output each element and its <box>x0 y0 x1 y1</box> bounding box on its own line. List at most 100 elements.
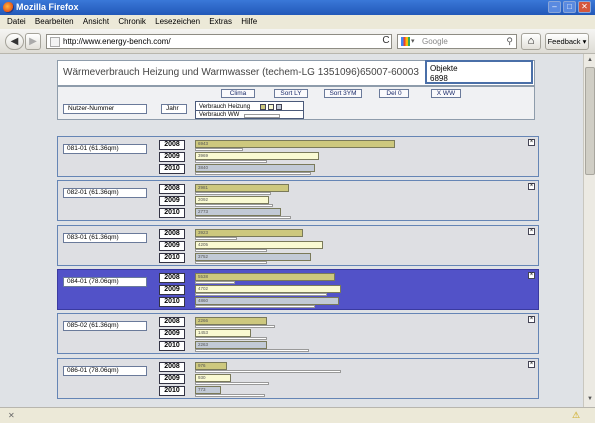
legend-ww-label: Verbrauch WW <box>199 112 240 118</box>
unit-name-field[interactable]: 085-02 (61.36qm) <box>63 321 147 331</box>
google-icon <box>401 37 410 46</box>
year-label: 2010 <box>159 297 185 307</box>
jahr-field[interactable]: Jahr <box>161 104 187 114</box>
close-window-button[interactable]: ✕ <box>578 1 591 13</box>
year-label: 2009 <box>159 196 185 206</box>
ww-bar <box>195 349 309 352</box>
unit-panel[interactable]: 081-01 (61.36qm) × 2008 6943 2009 3969 2010 384… <box>57 136 539 177</box>
year-label: 2010 <box>159 386 185 396</box>
scrollbar-thumb[interactable] <box>585 67 595 175</box>
search-engine-dropdown-icon[interactable]: ▾ <box>411 35 415 48</box>
consumption-bar: 1453 <box>195 329 251 337</box>
ww-bar <box>195 237 237 240</box>
ww-bar <box>195 216 291 219</box>
consumption-bar: 2773 <box>195 208 281 216</box>
consumption-bar: 930 <box>195 374 231 382</box>
consumption-bar: 4205 <box>195 241 323 249</box>
clima-button[interactable]: Clima <box>221 89 255 98</box>
ww-bar <box>195 337 267 340</box>
ww-bar <box>195 204 273 207</box>
unit-name-field[interactable]: 084-01 (78.06qm) <box>63 277 147 287</box>
ww-bar <box>195 382 269 385</box>
unit-panel[interactable]: 083-01 (61.36qm) × 2008 3923 2009 4205 2010 375… <box>57 225 539 266</box>
vertical-scrollbar[interactable]: ▲ ▼ <box>583 54 595 407</box>
controls-panel: Clima Sort LY Sort 3YM Del 0 X WW Nutzer… <box>57 86 535 120</box>
sort-3ym-button[interactable]: Sort 3YM <box>324 89 362 98</box>
legend-box: Verbrauch Heizung Verbrauch WW <box>195 101 304 119</box>
url-bar[interactable]: http://www.energy-bench.com/ <box>46 34 392 49</box>
year-label: 2008 <box>159 362 185 372</box>
nutzer-nummer-field[interactable]: Nutzer-Nummer <box>63 104 147 114</box>
year-label: 2010 <box>159 208 185 218</box>
navigation-toolbar: ◀ ▶ http://www.energy-bench.com/ C ▾ Goo… <box>0 29 595 54</box>
unit-name-field[interactable]: 081-01 (61.36qm) <box>63 144 147 154</box>
menu-datei[interactable]: Datei <box>7 17 26 26</box>
close-panel-icon[interactable]: × <box>528 228 535 235</box>
consumption-bar: 773 <box>195 386 221 394</box>
menu-hilfe[interactable]: Hilfe <box>241 17 257 26</box>
url-text: http://www.energy-bench.com/ <box>63 37 171 46</box>
ww-bar <box>195 370 341 373</box>
consumption-bar: 4860 <box>195 297 339 305</box>
menu-extras[interactable]: Extras <box>209 17 232 26</box>
close-panel-icon[interactable]: × <box>528 361 535 368</box>
forward-button[interactable]: ▶ <box>25 33 41 50</box>
page-favicon-icon <box>50 37 60 47</box>
ww-bar <box>195 394 265 397</box>
window-titlebar: Mozilla Firefox <box>0 0 595 15</box>
feedback-button[interactable]: Feedback ▾ <box>545 33 589 50</box>
year-label: 2009 <box>159 241 185 251</box>
menu-lesezeichen[interactable]: Lesezeichen <box>155 17 200 26</box>
warning-icon: ⚠ <box>572 410 581 420</box>
consumption-bar: 6943 <box>195 140 395 148</box>
reload-button[interactable]: C <box>380 34 392 49</box>
unit-name-field[interactable]: 082-01 (61.36qm) <box>63 188 147 198</box>
home-button[interactable]: ⌂ <box>521 33 541 50</box>
objects-value: 6898 <box>430 74 448 83</box>
year-label: 2008 <box>159 184 185 194</box>
unit-panel[interactable]: 086-01 (78.06qm) × 2008 976 2009 930 2010 773 <box>57 358 539 399</box>
year-label: 2008 <box>159 273 185 283</box>
maximize-button[interactable]: □ <box>563 1 576 13</box>
status-close-icon[interactable]: ✕ <box>8 408 15 423</box>
unit-panel[interactable]: 084-01 (78.06qm) × 2008 5538 2009 4702 2010 486… <box>57 269 539 310</box>
legend-ww-bar <box>244 114 280 118</box>
consumption-bar: 3752 <box>195 253 311 261</box>
search-icon[interactable]: ⚲ <box>506 35 513 48</box>
close-panel-icon[interactable]: × <box>528 316 535 323</box>
x-ww-button[interactable]: X WW <box>431 89 461 98</box>
ww-bar <box>195 148 243 151</box>
ww-bar <box>195 293 327 296</box>
year-label: 2009 <box>159 329 185 339</box>
menu-ansicht[interactable]: Ansicht <box>83 17 109 26</box>
unit-panel[interactable]: 082-01 (61.36qm) × 2008 2981 2009 2092 2010 277… <box>57 180 539 221</box>
unit-panel[interactable]: 085-02 (61.36qm) × 2008 2266 2009 1453 2010 226… <box>57 313 539 354</box>
ww-bar <box>195 249 267 252</box>
year-label: 2009 <box>159 285 185 295</box>
scroll-down-icon[interactable]: ▼ <box>585 394 595 405</box>
scroll-up-icon[interactable]: ▲ <box>585 55 595 66</box>
year-label: 2010 <box>159 164 185 174</box>
sort-ly-button[interactable]: Sort LY <box>274 89 308 98</box>
close-panel-icon[interactable]: × <box>528 183 535 190</box>
close-panel-icon[interactable]: × <box>528 272 535 279</box>
menu-chronik[interactable]: Chronik <box>118 17 146 26</box>
minimize-button[interactable]: – <box>548 1 561 13</box>
consumption-bar: 3969 <box>195 152 319 160</box>
ww-bar <box>195 261 267 264</box>
unit-name-field[interactable]: 083-01 (61.36qm) <box>63 233 147 243</box>
page-header: Wärmeverbrauch Heizung und Warmwasser (t… <box>57 60 535 86</box>
close-panel-icon[interactable]: × <box>528 139 535 146</box>
consumption-bar: 4702 <box>195 285 341 293</box>
objects-label: Objekte <box>430 64 458 73</box>
del-0-button[interactable]: Del 0 <box>379 89 409 98</box>
ww-bar <box>195 172 311 175</box>
ww-bar <box>195 160 267 163</box>
search-placeholder: Google <box>422 37 448 46</box>
search-input[interactable]: ▾ Google ⚲ <box>397 34 517 49</box>
menu-bearbeiten[interactable]: Bearbeiten <box>35 17 74 26</box>
year-label: 2010 <box>159 341 185 351</box>
unit-name-field[interactable]: 086-01 (78.06qm) <box>63 366 147 376</box>
ww-bar <box>195 281 235 284</box>
back-button[interactable]: ◀ <box>5 33 24 50</box>
